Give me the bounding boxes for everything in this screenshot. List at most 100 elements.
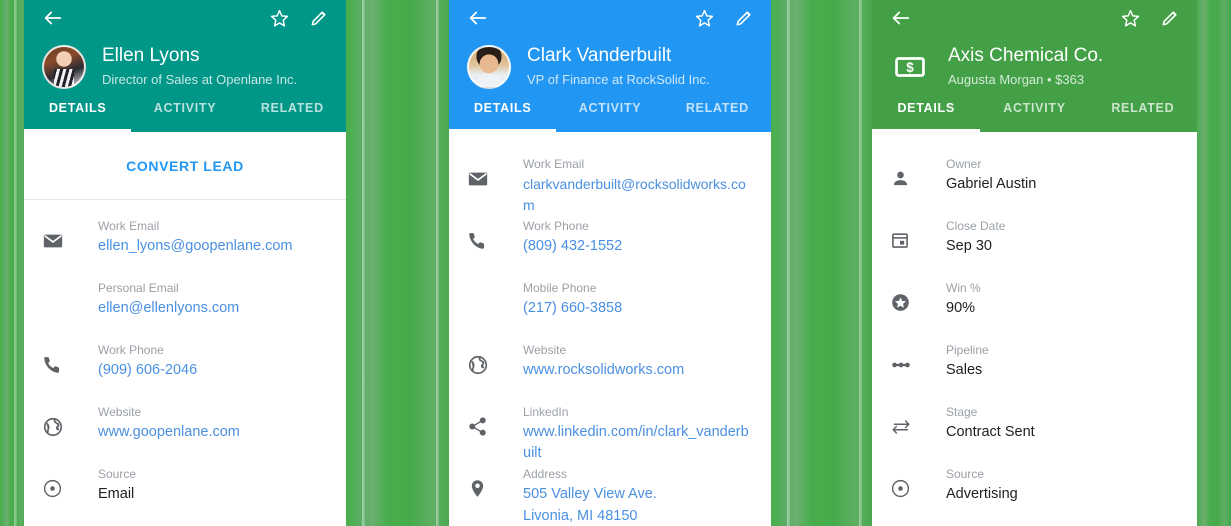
source-icon (42, 464, 72, 499)
field-value: ellen@ellenlyons.com (98, 300, 240, 316)
star-outline-icon[interactable] (1117, 5, 1143, 31)
tab-activity-label: ACTIVITY (1003, 101, 1066, 115)
source-icon (890, 464, 920, 499)
field-label: Mobile Phone (523, 281, 597, 295)
avatar (467, 45, 511, 89)
field-text: Source Advertising (946, 464, 1018, 505)
field-text: Mobile Phone (217) 660-3858 (523, 278, 622, 319)
background-seam-0 (14, 0, 17, 526)
field-source[interactable]: Source Email (24, 464, 346, 526)
page-title: Clark Vanderbuilt (527, 45, 672, 66)
globe-icon (467, 340, 497, 376)
field-text: Source Email (98, 464, 136, 505)
field-website[interactable]: Website www.goopenlane.com (24, 402, 346, 464)
field-value-line2: Livonia, MI 48150 (523, 508, 638, 524)
panel-body-opportunity: Owner Gabriel Austin Close Date Sep 30 W… (872, 132, 1197, 526)
identity-contact: Clark Vanderbuilt VP of Finance at RockS… (449, 36, 771, 96)
tab-details[interactable]: DETAILS (872, 96, 981, 132)
field-mobile-phone[interactable]: Mobile Phone (217) 660-3858 (449, 278, 771, 340)
star-outline-icon[interactable] (691, 5, 717, 31)
field-text: Pipeline Sales (946, 340, 989, 381)
field-text: Website www.goopenlane.com (98, 402, 240, 443)
back-icon[interactable] (465, 5, 491, 31)
field-label: LinkedIn (523, 405, 569, 419)
star-outline-icon[interactable] (266, 5, 292, 31)
background-seam-2b (859, 0, 862, 526)
background-seam-1b (436, 0, 439, 526)
share-icon (467, 402, 497, 437)
identity-lead: Ellen Lyons Director of Sales at Openlan… (24, 36, 346, 96)
phone-panel-opportunity: $ Axis Chemical Co. Augusta Morgan • $36… (872, 0, 1197, 526)
field-label: Website (523, 343, 567, 357)
field-label: Work Email (523, 157, 585, 171)
field-value: Sales (946, 362, 983, 378)
field-work-phone[interactable]: Work Phone (809) 432-1552 (449, 216, 771, 278)
field-personal-email[interactable]: Personal Email ellen@ellenlyons.com (24, 278, 346, 340)
field-value: ellen_lyons@goopenlane.com (98, 238, 293, 254)
tab-activity[interactable]: ACTIVITY (980, 96, 1088, 132)
pencil-icon[interactable] (1157, 5, 1183, 31)
field-source[interactable]: Source Advertising (872, 464, 1197, 526)
field-value: Email (98, 486, 135, 502)
panel-body-lead: CONVERT LEAD Work Email ellen_lyons@goop… (24, 132, 346, 526)
field-stage[interactable]: Stage Contract Sent (872, 402, 1197, 464)
field-work-email[interactable]: Work Email clarkvanderbuilt@rocksolidwor… (449, 154, 771, 216)
tab-activity[interactable]: ACTIVITY (556, 96, 663, 132)
field-work-phone[interactable]: Work Phone (909) 606-2046 (24, 340, 346, 402)
pipeline-icon (890, 340, 920, 376)
blank-icon-slot (42, 278, 72, 292)
tab-related[interactable]: RELATED (664, 96, 771, 132)
field-pipeline[interactable]: Pipeline Sales (872, 340, 1197, 402)
field-value: www.rocksolidworks.com (523, 362, 685, 378)
field-close-date[interactable]: Close Date Sep 30 (872, 216, 1197, 278)
field-linkedin[interactable]: LinkedIn www.linkedin.com/in/clark_vande… (449, 402, 771, 464)
identity-opportunity: $ Axis Chemical Co. Augusta Morgan • $36… (872, 36, 1197, 96)
background-seam-2a (787, 0, 790, 526)
field-label: Close Date (946, 219, 1006, 233)
field-work-email[interactable]: Work Email ellen_lyons@goopenlane.com (24, 216, 346, 278)
app-bar-actions-contact (449, 0, 771, 36)
app-bar-actions-lead (24, 0, 346, 36)
tab-details[interactable]: DETAILS (24, 96, 132, 132)
field-list-contact: Work Email clarkvanderbuilt@rocksolidwor… (449, 132, 771, 526)
field-text: Work Email clarkvanderbuilt@rocksolidwor… (523, 154, 755, 216)
tab-details-label: DETAILS (897, 101, 955, 115)
field-text: Work Phone (809) 432-1552 (523, 216, 622, 257)
tab-related-label: RELATED (685, 101, 749, 115)
back-icon[interactable] (40, 5, 66, 31)
field-text: Stage Contract Sent (946, 402, 1035, 443)
page-subtitle: VP of Finance at RockSolid Inc. (527, 72, 710, 87)
field-label: Personal Email (98, 281, 179, 295)
phone-icon (42, 340, 72, 375)
pencil-icon[interactable] (731, 5, 757, 31)
field-value: 505 Valley View Ave. (523, 486, 657, 502)
field-owner[interactable]: Owner Gabriel Austin (872, 154, 1197, 216)
globe-icon (42, 402, 72, 438)
page-subtitle: Director of Sales at Openlane Inc. (102, 72, 298, 87)
field-value: (909) 606-2046 (98, 362, 198, 378)
star-filled-icon (890, 278, 920, 313)
tab-activity[interactable]: ACTIVITY (131, 96, 238, 132)
tab-details[interactable]: DETAILS (449, 96, 557, 132)
background-left (0, 0, 26, 526)
convert-lead-button[interactable]: CONVERT LEAD (24, 132, 346, 200)
svg-text:$: $ (906, 60, 914, 75)
field-text: Owner Gabriel Austin (946, 154, 1036, 195)
tab-bar-contact: DETAILS ACTIVITY RELATED (449, 96, 771, 132)
field-text: Close Date Sep 30 (946, 216, 1005, 257)
tab-bar-opportunity: DETAILS ACTIVITY RELATED (872, 96, 1197, 132)
calendar-icon (890, 216, 920, 250)
field-website[interactable]: Website www.rocksolidworks.com (449, 340, 771, 402)
app-bar-opportunity: $ Axis Chemical Co. Augusta Morgan • $36… (872, 0, 1197, 132)
tab-related-label: RELATED (1111, 101, 1175, 115)
field-label: Work Phone (98, 343, 164, 357)
pencil-icon[interactable] (306, 5, 332, 31)
tab-related[interactable]: RELATED (239, 96, 346, 132)
money-bill-icon: $ (890, 47, 930, 87)
tab-related[interactable]: RELATED (1089, 96, 1197, 132)
field-address[interactable]: Address 505 Valley View Ave. Livonia, MI… (449, 464, 771, 526)
page-subtitle: Augusta Morgan • $363 (948, 72, 1085, 87)
field-text: Address 505 Valley View Ave. Livonia, MI… (523, 464, 657, 526)
back-icon[interactable] (888, 5, 914, 31)
field-win-percent[interactable]: Win % 90% (872, 278, 1197, 340)
